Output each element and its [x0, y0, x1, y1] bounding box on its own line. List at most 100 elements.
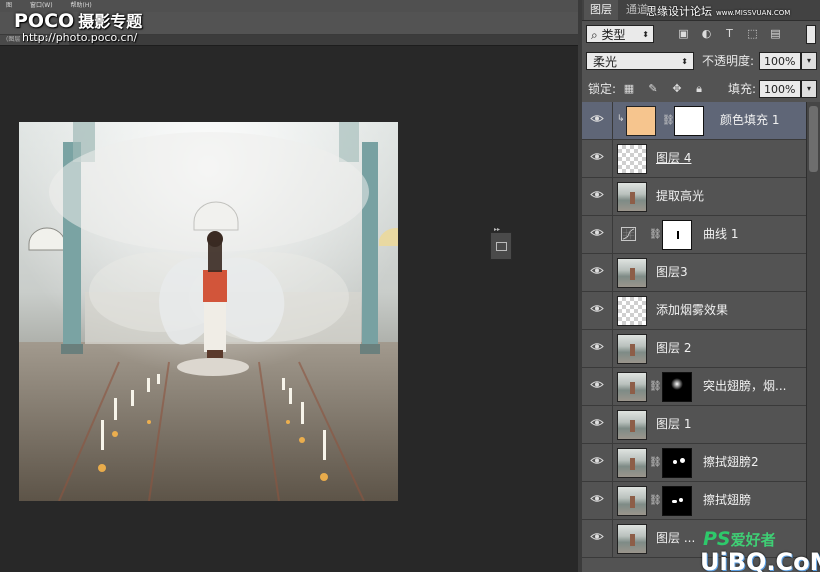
- link-icon[interactable]: ⛓: [649, 229, 662, 241]
- layer-thumbnail[interactable]: [617, 524, 647, 554]
- blend-mode-value: 柔光: [593, 55, 618, 69]
- visibility-toggle[interactable]: [582, 406, 613, 443]
- opacity-input[interactable]: 100%: [759, 52, 801, 70]
- layer-mask-thumbnail[interactable]: [662, 448, 692, 478]
- visibility-toggle[interactable]: [582, 140, 613, 177]
- link-icon[interactable]: ⛓: [649, 457, 662, 469]
- layer-name[interactable]: 突出翅膀，烟...: [703, 368, 786, 405]
- lock-paint-icon[interactable]: ✎: [646, 82, 660, 96]
- blend-mode-select[interactable]: 柔光 ⬍: [586, 52, 694, 70]
- layer-row[interactable]: ⛓ 突出翅膀，烟...: [582, 368, 806, 406]
- layer-thumbnail[interactable]: [617, 372, 647, 402]
- layer-row[interactable]: ⛓ 擦拭翅膀2: [582, 444, 806, 482]
- eye-icon: [590, 305, 604, 312]
- image-filter-icon[interactable]: ▣: [677, 27, 690, 40]
- link-icon[interactable]: ⛓: [649, 495, 662, 507]
- canvas-area[interactable]: ▸▸: [0, 46, 578, 572]
- eye-icon: [590, 495, 604, 502]
- layer-row[interactable]: 图层 2: [582, 330, 806, 368]
- layer-row[interactable]: ⛓ 曲线 1: [582, 216, 806, 254]
- layer-name[interactable]: 图层3: [656, 254, 688, 291]
- layer-row[interactable]: 图层 1: [582, 406, 806, 444]
- color-fill-thumbnail[interactable]: [626, 106, 656, 136]
- history-panel-icon[interactable]: [496, 242, 507, 251]
- layer-name[interactable]: 曲线 1: [703, 216, 738, 253]
- visibility-toggle[interactable]: [582, 292, 613, 329]
- layer-thumbnail[interactable]: [617, 144, 647, 174]
- fill-input[interactable]: 100%: [759, 80, 801, 98]
- fill-label: 填充:: [728, 82, 757, 96]
- layer-row[interactable]: ⛓ 擦拭翅膀: [582, 482, 806, 520]
- link-icon[interactable]: ⛓: [662, 115, 675, 127]
- watermark-cn: 爱好者: [730, 531, 776, 549]
- lock-label: 锁定:: [588, 82, 617, 96]
- layer-name[interactable]: 图层 ...: [656, 520, 695, 557]
- eye-icon: [590, 191, 604, 198]
- fill-slider-button[interactable]: ▾: [801, 80, 817, 98]
- eye-icon: [590, 115, 604, 122]
- layer-thumbnail[interactable]: [617, 182, 647, 212]
- layer-row[interactable]: 图层3: [582, 254, 806, 292]
- menu-item-image[interactable]: 图: [6, 2, 12, 9]
- layer-name[interactable]: 擦拭翅膀2: [703, 444, 759, 481]
- layer-name[interactable]: 提取高光: [656, 178, 704, 215]
- layer-thumbnail[interactable]: [617, 486, 647, 516]
- layer-row[interactable]: 提取高光: [582, 178, 806, 216]
- opacity-label: 不透明度:: [702, 54, 755, 68]
- lock-transparent-icon[interactable]: ▦: [622, 82, 636, 96]
- eye-icon: [590, 153, 604, 160]
- layer-thumbnail[interactable]: [617, 258, 647, 288]
- lock-all-icon[interactable]: 🔒︎: [692, 82, 706, 96]
- layer-thumbnail[interactable]: [617, 448, 647, 478]
- poco-watermark-url: http://photo.poco.cn/: [22, 31, 138, 44]
- layer-row[interactable]: 图层 4: [582, 140, 806, 178]
- layer-row[interactable]: ↳ ⛓ 颜色填充 1: [582, 102, 806, 140]
- layer-name[interactable]: 图层 1: [656, 406, 691, 443]
- scrollbar-thumb[interactable]: [809, 106, 818, 172]
- visibility-toggle[interactable]: [582, 178, 613, 215]
- shape-filter-icon[interactable]: ⬚: [746, 27, 759, 40]
- layer-row[interactable]: 添加烟雾效果: [582, 292, 806, 330]
- layer-thumbnail[interactable]: [617, 296, 647, 326]
- layer-thumbnail[interactable]: [617, 334, 647, 364]
- visibility-toggle[interactable]: [582, 102, 613, 139]
- document-image[interactable]: [19, 122, 398, 501]
- layer-filter-select[interactable]: ⌕ 类型 ⬍: [586, 25, 654, 43]
- type-filter-icon[interactable]: T: [723, 27, 736, 40]
- panel-expand-icon[interactable]: ▸▸: [494, 226, 500, 233]
- tab-layers[interactable]: 图层: [584, 0, 618, 20]
- visibility-toggle[interactable]: [582, 520, 613, 557]
- lock-move-icon[interactable]: ✥: [670, 82, 684, 96]
- layer-name[interactable]: 添加烟雾效果: [656, 292, 728, 329]
- layer-name[interactable]: 图层 4: [656, 140, 691, 177]
- layer-filter-label: 类型: [601, 28, 626, 42]
- visibility-toggle[interactable]: [582, 254, 613, 291]
- site-watermark: 思缘设计论坛 www.MISSVUAN.COM: [646, 3, 790, 19]
- collapsed-panel-dock[interactable]: ▸▸: [490, 226, 512, 260]
- layer-mask-thumbnail[interactable]: [662, 220, 692, 250]
- layer-name[interactable]: 图层 2: [656, 330, 691, 367]
- opacity-slider-button[interactable]: ▾: [801, 52, 817, 70]
- visibility-toggle[interactable]: [582, 444, 613, 481]
- site-watermark-url: www.MISSVUAN.COM: [716, 9, 791, 17]
- layer-mask-thumbnail[interactable]: [674, 106, 704, 136]
- layer-mask-thumbnail[interactable]: [662, 372, 692, 402]
- visibility-toggle[interactable]: [582, 368, 613, 405]
- eye-icon: [590, 533, 604, 540]
- visibility-toggle[interactable]: [582, 482, 613, 519]
- layers-panel: 图层 通道 思缘设计论坛 www.MISSVUAN.COM ⌕ 类型 ⬍ ▣ ◐ T…: [582, 0, 820, 572]
- visibility-toggle[interactable]: [582, 216, 613, 253]
- layer-mask-thumbnail[interactable]: [662, 486, 692, 516]
- link-icon[interactable]: ⛓: [649, 381, 662, 393]
- layer-name[interactable]: 擦拭翅膀: [703, 482, 751, 519]
- filter-toggle-switch[interactable]: [806, 25, 816, 44]
- smart-object-filter-icon[interactable]: ▤: [769, 27, 782, 40]
- visibility-toggle[interactable]: [582, 330, 613, 367]
- adjustment-filter-icon[interactable]: ◐: [700, 27, 713, 40]
- layer-thumbnail[interactable]: [617, 410, 647, 440]
- layer-name[interactable]: 颜色填充 1: [720, 102, 779, 139]
- layers-scrollbar[interactable]: [806, 102, 820, 572]
- curves-adjustment-icon[interactable]: [621, 227, 636, 241]
- panel-tab-bar: 图层 通道 思缘设计论坛 www.MISSVUAN.COM: [582, 0, 820, 21]
- eye-icon: [590, 457, 604, 464]
